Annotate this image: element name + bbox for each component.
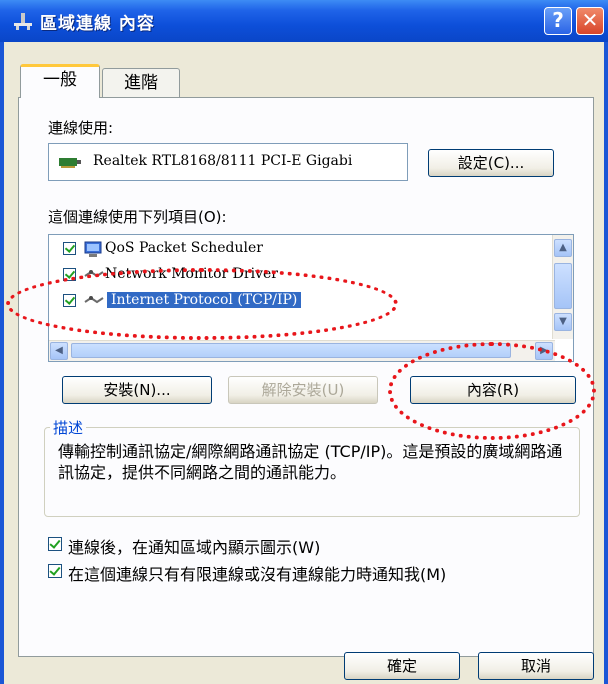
notify-limited-label: 在這個連線只有有限連線或沒有連線能力時通知我(M) [68,565,447,584]
scroll-up-button[interactable]: ▲ [554,239,572,257]
network-adapter-icon [59,158,81,168]
adapter-name: Realtek RTL8168/8111 PCI-E Gigabi [93,153,353,169]
item-checkbox[interactable] [63,242,76,255]
tab-advanced[interactable]: 進階 [102,68,180,98]
install-button[interactable]: 安裝(N)... [62,376,212,404]
tcpip-callout-ellipse [6,268,398,340]
adapter-field: Realtek RTL8168/8111 PCI-E Gigabi [48,143,408,181]
network-connection-icon [14,13,32,30]
connect-using-label: 連線使用: [48,119,114,137]
configure-button[interactable]: 設定(C)... [428,149,554,177]
scroll-down-button[interactable]: ▼ [554,313,572,331]
list-item[interactable]: QoS Packet Scheduler [49,237,549,263]
description-title: 描述 [50,417,87,438]
close-button[interactable]: ✕ [576,7,604,35]
vertical-scrollbar[interactable]: ▲ ▼ [552,235,573,339]
cancel-button[interactable]: 取消 [478,652,594,680]
title-bar[interactable]: 區域連線 內容 ? ✕ [0,0,608,42]
qos-scheduler-icon [84,241,102,257]
description-text: 傳輸控制通訊協定/網際網路通訊協定 (TCP/IP)。這是預設的廣域網路通訊協定… [58,442,563,482]
uninstall-button: 解除安裝(U) [228,376,378,404]
window-title: 區域連線 內容 [40,14,155,34]
scroll-thumb[interactable] [554,263,572,309]
components-label: 這個連線使用下列項目(O): [48,208,227,226]
show-icon-checkbox[interactable] [48,537,62,551]
properties-callout-ellipse [388,342,596,440]
scroll-left-button[interactable]: ◀ [50,342,68,360]
show-icon-label: 連線後，在通知區域內顯示圖示(W) [68,538,321,557]
tab-general[interactable]: 一般 [20,64,100,98]
item-label: QoS Packet Scheduler [105,240,263,256]
notify-limited-checkbox[interactable] [48,564,62,578]
ok-button[interactable]: 確定 [344,652,460,680]
help-button[interactable]: ? [544,7,572,35]
